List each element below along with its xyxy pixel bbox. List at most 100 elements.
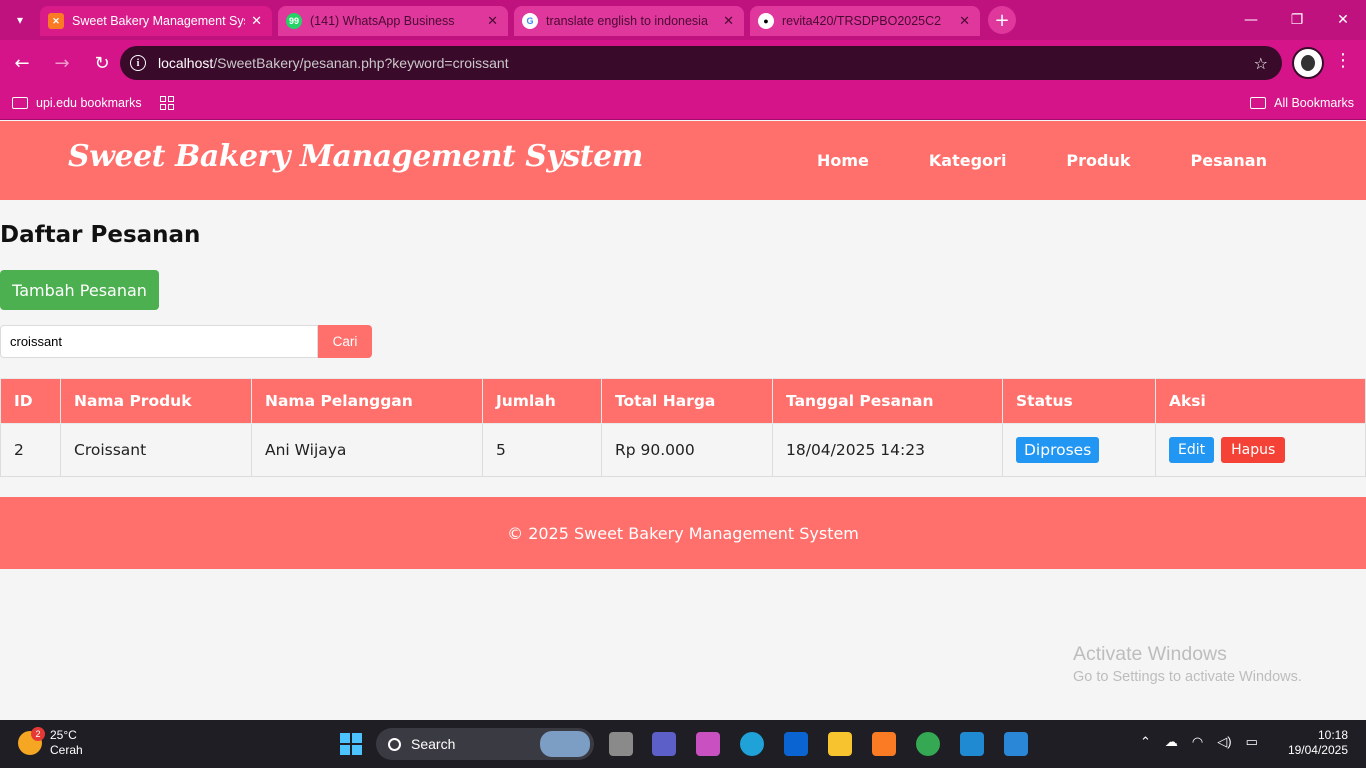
address-bar[interactable]: i localhost/SweetBakery/pesanan.php?keyw… — [120, 46, 1282, 80]
reload-icon[interactable]: ↻ — [84, 45, 120, 81]
chevron-up-icon[interactable]: ⌃ — [1140, 734, 1151, 750]
bookmark-folder-upi[interactable]: upi.edu bookmarks — [12, 96, 142, 110]
col-nama-produk: Nama Produk — [60, 378, 252, 424]
delete-button[interactable]: Hapus — [1221, 437, 1286, 463]
watermark-subtitle: Go to Settings to activate Windows. — [1073, 669, 1302, 685]
system-tray: ⌃ ☁ ◠ ◁) ▭ — [1140, 734, 1258, 750]
close-tab-icon[interactable]: ✕ — [487, 13, 498, 29]
site-footer: © 2025 Sweet Bakery Management System — [0, 497, 1366, 569]
whatsapp-icon: 99 — [286, 13, 302, 29]
main-nav: Home Kategori Produk Pesanan — [817, 151, 1267, 170]
url-text: localhost/SweetBakery/pesanan.php?keywor… — [158, 55, 509, 71]
close-tab-icon[interactable]: ✕ — [959, 13, 970, 29]
forward-arrow-icon[interactable]: → — [44, 45, 80, 81]
col-aksi: Aksi — [1155, 378, 1366, 424]
restore-icon[interactable]: ❐ — [1274, 0, 1320, 40]
clock-time: 10:18 — [1317, 728, 1348, 742]
minimize-icon[interactable]: — — [1228, 0, 1274, 40]
clock[interactable]: 10:18 19/04/2025 — [1288, 728, 1348, 758]
cell-aksi: Edit Hapus — [1155, 423, 1366, 477]
nav-home[interactable]: Home — [817, 151, 869, 170]
cell-jumlah: 5 — [482, 423, 602, 477]
col-jumlah: Jumlah — [482, 378, 602, 424]
tab-title: Sweet Bakery Management Syst — [72, 14, 246, 28]
cell-total: Rp 90.000 — [601, 423, 773, 477]
close-window-icon[interactable]: ✕ — [1320, 0, 1366, 40]
task-view-icon[interactable] — [609, 732, 633, 756]
nav-kategori[interactable]: Kategori — [929, 151, 1007, 170]
browser-menu-icon[interactable]: ⋮ — [1334, 50, 1352, 71]
bookmark-star-icon[interactable]: ☆ — [1254, 54, 1268, 73]
copilot-icon[interactable] — [696, 732, 720, 756]
browser-tab-bar: ▾ ✕ Sweet Bakery Management Syst ✕ 99 (1… — [0, 0, 1366, 40]
col-status: Status — [1002, 378, 1156, 424]
page-title: Daftar Pesanan — [0, 222, 201, 248]
clock-date: 19/04/2025 — [1287, 743, 1348, 757]
edge-icon[interactable] — [740, 732, 764, 756]
tab-github[interactable]: ● revita420/TRSDPBO2025C2 ✕ — [750, 6, 980, 36]
all-bookmarks-button[interactable]: All Bookmarks — [1250, 96, 1354, 110]
notification-badge: 2 — [31, 727, 45, 741]
site-brand[interactable]: Sweet Bakery Management System — [68, 139, 643, 174]
site-info-icon[interactable]: i — [130, 55, 146, 71]
col-tanggal: Tanggal Pesanan — [772, 378, 1003, 424]
site-header: Sweet Bakery Management System Home Kate… — [0, 121, 1366, 200]
tab-search-chevron-icon[interactable]: ▾ — [0, 0, 40, 40]
battery-icon[interactable]: ▭ — [1246, 734, 1258, 750]
back-arrow-icon[interactable]: ← — [4, 45, 40, 81]
chrome-icon[interactable] — [916, 732, 940, 756]
xampp-icon[interactable] — [872, 732, 896, 756]
weather-widget[interactable]: 2 25°C Cerah — [18, 727, 83, 758]
taskbar-search-label: Search — [411, 736, 456, 752]
cell-tanggal: 18/04/2025 14:23 — [772, 423, 1003, 477]
search-highlight-image — [540, 731, 590, 757]
weather-temp: 25°C — [50, 728, 77, 742]
onedrive-icon[interactable]: ☁ — [1165, 734, 1178, 750]
edit-button[interactable]: Edit — [1169, 437, 1215, 463]
add-order-button[interactable]: Tambah Pesanan — [0, 270, 159, 310]
outlook-icon[interactable] — [784, 732, 808, 756]
web-page: Sweet Bakery Management System Home Kate… — [0, 121, 1366, 720]
search-input[interactable]: croissant — [0, 325, 318, 358]
taskbar-search[interactable]: Search — [376, 728, 594, 760]
orders-table: ID Nama Produk Nama Pelanggan Jumlah Tot… — [0, 378, 1366, 477]
new-tab-button[interactable]: + — [988, 6, 1016, 34]
all-bookmarks-label: All Bookmarks — [1274, 95, 1354, 110]
nav-produk[interactable]: Produk — [1066, 151, 1130, 170]
apps-grid-icon[interactable] — [159, 95, 174, 110]
teams-icon[interactable] — [652, 732, 676, 756]
col-nama-pelanggan: Nama Pelanggan — [251, 378, 483, 424]
folder-icon — [12, 96, 28, 109]
wifi-icon[interactable]: ◠ — [1192, 734, 1203, 750]
volume-icon[interactable]: ◁) — [1217, 734, 1231, 750]
col-total-harga: Total Harga — [601, 378, 773, 424]
footer-text: © 2025 Sweet Bakery Management System — [507, 523, 859, 543]
tab-whatsapp[interactable]: 99 (141) WhatsApp Business ✕ — [278, 6, 508, 36]
nav-pesanan[interactable]: Pesanan — [1191, 151, 1267, 170]
close-tab-icon[interactable]: ✕ — [723, 13, 734, 29]
search-icon — [388, 737, 401, 751]
tab-sweet-bakery[interactable]: ✕ Sweet Bakery Management Syst ✕ — [40, 6, 272, 36]
windows-start-icon[interactable] — [340, 733, 362, 755]
xampp-icon: ✕ — [48, 13, 64, 29]
tab-title: translate english to indonesia — [546, 14, 708, 28]
browser-toolbar: ← → ↻ i localhost/SweetBakery/pesanan.ph… — [0, 40, 1366, 86]
vscode-icon[interactable] — [960, 732, 984, 756]
window-controls: — ❐ ✕ — [1228, 0, 1366, 40]
tab-google-translate[interactable]: G translate english to indonesia ✕ — [514, 6, 744, 36]
watermark-title: Activate Windows — [1073, 643, 1227, 665]
cell-status: Diproses — [1002, 423, 1156, 477]
github-icon: ● — [758, 13, 774, 29]
table-header-row: ID Nama Produk Nama Pelanggan Jumlah Tot… — [0, 378, 1366, 424]
bookmarks-bar: upi.edu bookmarks All Bookmarks — [0, 86, 1366, 120]
close-tab-icon[interactable]: ✕ — [251, 13, 262, 29]
google-icon: G — [522, 13, 538, 29]
search-button[interactable]: Cari — [318, 325, 372, 358]
file-explorer-icon[interactable] — [828, 732, 852, 756]
url-host: localhost — [158, 55, 214, 71]
url-path: /SweetBakery/pesanan.php?keyword=croissa… — [213, 55, 509, 71]
cell-produk: Croissant — [60, 423, 252, 477]
notepad-icon[interactable] — [1004, 732, 1028, 756]
table-row: 2 Croissant Ani Wijaya 5 Rp 90.000 18/04… — [0, 423, 1366, 477]
profile-avatar[interactable] — [1292, 47, 1324, 79]
